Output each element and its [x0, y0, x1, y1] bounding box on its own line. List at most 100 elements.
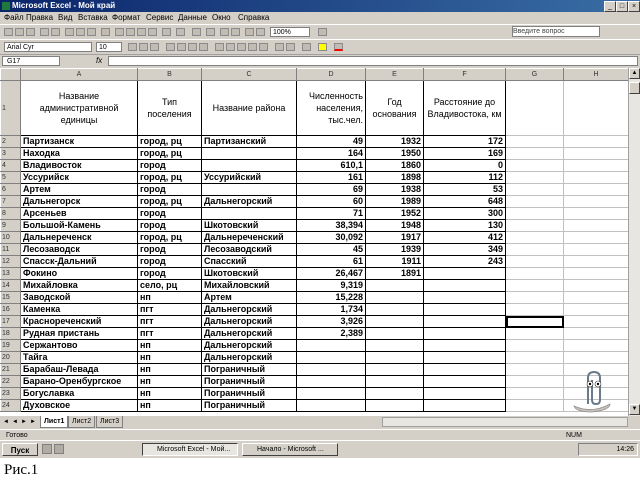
column-header-e[interactable]: E	[365, 68, 424, 81]
cell[interactable]	[505, 255, 564, 268]
column-header-g[interactable]: G	[505, 68, 564, 81]
cell[interactable]	[563, 135, 629, 148]
cell-type[interactable]: город, рц	[137, 147, 202, 160]
cell[interactable]	[505, 195, 564, 208]
align-right-icon[interactable]	[188, 43, 197, 51]
cell-founded[interactable]: 1898	[365, 171, 424, 184]
first-sheet-icon[interactable]: ◄	[2, 418, 10, 426]
cell[interactable]	[563, 291, 629, 304]
undo-icon[interactable]	[162, 28, 171, 36]
sheet-tab-2[interactable]: Лист2	[68, 416, 96, 428]
cell-name[interactable]: Дальнереченск	[20, 231, 138, 244]
cell-name[interactable]: Арсеньев	[20, 207, 138, 220]
cell-name[interactable]: Находка	[20, 147, 138, 160]
cell-founded[interactable]	[365, 387, 424, 400]
cell-population[interactable]: 9,319	[296, 279, 366, 292]
paste-icon[interactable]	[137, 28, 146, 36]
header-cell-type[interactable]: Тип поселения	[137, 80, 202, 136]
cell-type[interactable]: город, рц	[137, 135, 202, 148]
cell-population[interactable]: 164	[296, 147, 366, 160]
cell[interactable]	[505, 327, 564, 340]
cell-distance[interactable]	[423, 363, 506, 376]
menu-item-tools[interactable]: Сервис	[146, 12, 173, 24]
cell-population[interactable]: 26,467	[296, 267, 366, 280]
cell-district[interactable]: Партизанский	[201, 135, 297, 148]
row-header[interactable]: 17	[0, 315, 21, 328]
cell-name[interactable]: Партизанск	[20, 135, 138, 148]
cell-distance[interactable]: 53	[423, 183, 506, 196]
font-select[interactable]: Arial Cyr	[4, 42, 92, 52]
percent-icon[interactable]	[226, 43, 235, 51]
close-button[interactable]: ×	[628, 1, 640, 12]
align-center-icon[interactable]	[177, 43, 186, 51]
cell-type[interactable]: пгт	[137, 327, 202, 340]
cell-population[interactable]	[296, 375, 366, 388]
cell-district[interactable]: Михайловский	[201, 279, 297, 292]
cell[interactable]	[563, 327, 629, 340]
row-header[interactable]: 20	[0, 351, 21, 364]
cell-name[interactable]: Богуславка	[20, 387, 138, 400]
cell-founded[interactable]	[365, 291, 424, 304]
cell-founded[interactable]: 1950	[365, 147, 424, 160]
font-color-icon[interactable]	[334, 43, 343, 51]
cell-type[interactable]: нп	[137, 339, 202, 352]
cell[interactable]	[505, 303, 564, 316]
cell[interactable]	[505, 399, 564, 412]
row-header[interactable]: 5	[0, 171, 21, 184]
cell[interactable]	[505, 387, 564, 400]
cell-name[interactable]: Барабаш-Левада	[20, 363, 138, 376]
cell-type[interactable]: город	[137, 267, 202, 280]
cell-type[interactable]: город	[137, 183, 202, 196]
cell-population[interactable]	[296, 351, 366, 364]
cell[interactable]	[505, 147, 564, 160]
cell-name[interactable]: Артем	[20, 183, 138, 196]
scroll-down-icon[interactable]: ▼	[629, 404, 640, 415]
cell-type[interactable]: нп	[137, 387, 202, 400]
cell-distance[interactable]: 112	[423, 171, 506, 184]
autosum-icon[interactable]	[206, 28, 215, 36]
cell-founded[interactable]: 1917	[365, 231, 424, 244]
cell-founded[interactable]	[365, 327, 424, 340]
cell-founded[interactable]: 1932	[365, 135, 424, 148]
name-box[interactable]: G17	[2, 56, 60, 66]
row-header[interactable]: 18	[0, 327, 21, 340]
row-header[interactable]: 10	[0, 231, 21, 244]
cell-district[interactable]: Дальнегорский	[201, 195, 297, 208]
cell-district[interactable]: Дальнегорский	[201, 315, 297, 328]
cell-founded[interactable]: 1911	[365, 255, 424, 268]
cell[interactable]	[563, 147, 629, 160]
cell-population[interactable]: 69	[296, 183, 366, 196]
column-header-f[interactable]: F	[423, 68, 506, 81]
cell-founded[interactable]	[365, 315, 424, 328]
thousands-icon[interactable]	[237, 43, 246, 51]
row-header[interactable]: 4	[0, 159, 21, 172]
cell-distance[interactable]: 0	[423, 159, 506, 172]
cell[interactable]	[505, 351, 564, 364]
menu-item-format[interactable]: Формат	[112, 12, 140, 24]
cell-founded[interactable]	[365, 363, 424, 376]
hyperlink-icon[interactable]	[192, 28, 201, 36]
row-header[interactable]: 21	[0, 363, 21, 376]
row-header[interactable]: 16	[0, 303, 21, 316]
cell-district[interactable]: Дальнегорский	[201, 303, 297, 316]
cell-founded[interactable]: 1891	[365, 267, 424, 280]
cell-distance[interactable]	[423, 351, 506, 364]
cell-distance[interactable]: 130	[423, 219, 506, 232]
sheet-tab-3[interactable]: Лист3	[96, 416, 124, 428]
cell-name[interactable]: Тайга	[20, 351, 138, 364]
cell-founded[interactable]: 1938	[365, 183, 424, 196]
cell[interactable]	[563, 315, 629, 328]
cell[interactable]	[505, 279, 564, 292]
cell[interactable]	[505, 207, 564, 220]
cell-founded[interactable]: 1939	[365, 243, 424, 256]
row-header[interactable]: 14	[0, 279, 21, 292]
cell[interactable]	[563, 171, 629, 184]
cell-district[interactable]: Пограничный	[201, 387, 297, 400]
currency-icon[interactable]	[215, 43, 224, 51]
merge-center-icon[interactable]	[199, 43, 208, 51]
print-icon[interactable]	[65, 28, 74, 36]
cell-founded[interactable]: 1989	[365, 195, 424, 208]
cell-type[interactable]: нп	[137, 375, 202, 388]
cell-type[interactable]: город	[137, 255, 202, 268]
cell-distance[interactable]: 243	[423, 255, 506, 268]
